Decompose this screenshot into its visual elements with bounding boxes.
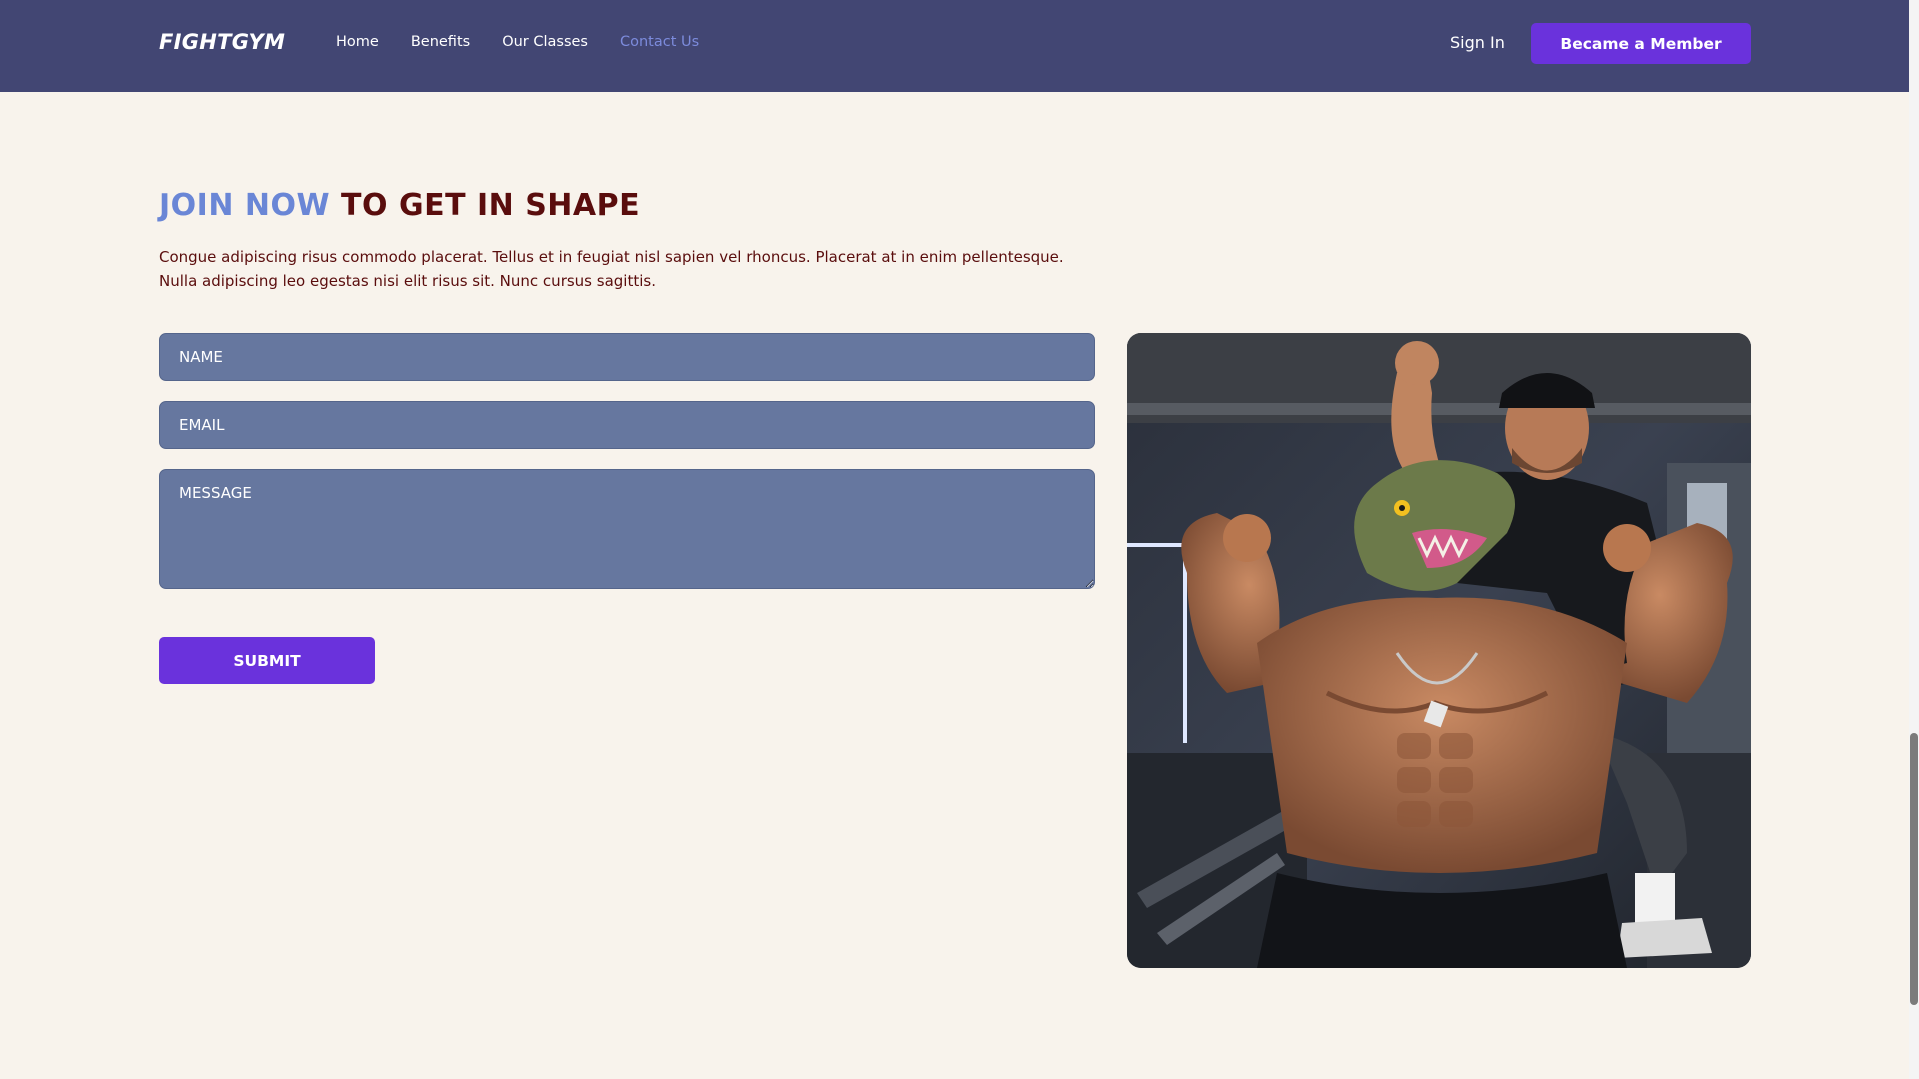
gym-photo <box>1127 333 1751 968</box>
vertical-scrollbar[interactable] <box>1909 0 1919 1079</box>
logo[interactable]: FIGHTGYM <box>159 30 285 54</box>
heading-rest: TO GET IN SHAPE <box>330 188 641 223</box>
nav-link-home[interactable]: Home <box>336 34 379 50</box>
nav-link-our-classes[interactable]: Our Classes <box>502 34 588 50</box>
page-title: JOIN NOW TO GET IN SHAPE <box>159 188 640 223</box>
name-input[interactable] <box>159 333 1095 381</box>
gym-photo-illustration <box>1127 333 1751 968</box>
email-input[interactable] <box>159 401 1095 449</box>
nav-link-benefits[interactable]: Benefits <box>411 34 470 50</box>
scrollbar-thumb[interactable] <box>1910 733 1918 1005</box>
message-textarea[interactable] <box>159 469 1095 589</box>
sign-in-link[interactable]: Sign In <box>1450 33 1505 52</box>
become-member-button[interactable]: Became a Member <box>1531 23 1751 64</box>
nav-links: Home Benefits Our Classes Contact Us <box>336 34 699 50</box>
section-description: Congue adipiscing risus commodo placerat… <box>159 248 1064 290</box>
nav-link-contact-us[interactable]: Contact Us <box>620 34 699 50</box>
page: FIGHTGYM Home Benefits Our Classes Conta… <box>0 0 1919 1079</box>
navbar: FIGHTGYM Home Benefits Our Classes Conta… <box>0 0 1909 92</box>
submit-button[interactable]: SUBMIT <box>159 637 375 684</box>
heading-highlight: JOIN NOW <box>159 188 331 223</box>
